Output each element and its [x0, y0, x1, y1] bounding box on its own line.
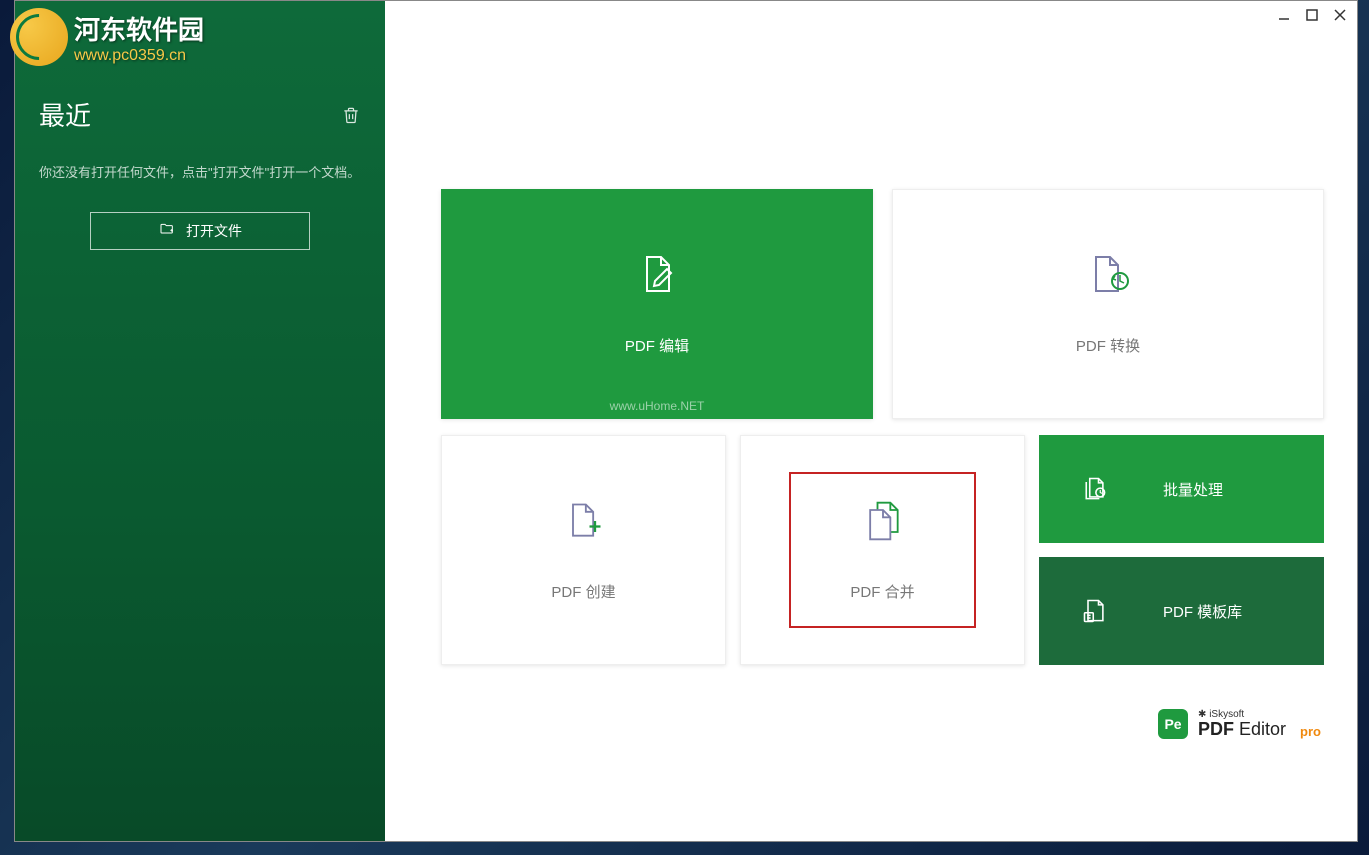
minimize-icon[interactable] [1277, 8, 1291, 22]
tile-convert-label: PDF 转换 [1076, 335, 1140, 356]
open-file-label: 打开文件 [186, 221, 242, 241]
trash-icon[interactable] [341, 104, 361, 126]
tile-batch-label: 批量处理 [1163, 479, 1223, 500]
app-window: 最近 你还没有打开任何文件，点击"打开文件"打开一个文档。 打开文件 [14, 0, 1358, 842]
main-area: PDF 编辑 www.uHome.NET PDF 转换 [385, 1, 1357, 841]
tile-template-label: PDF 模板库 [1163, 601, 1242, 622]
center-watermark: www.uHome.NET [610, 399, 705, 413]
pe-badge-icon: Pe [1158, 709, 1188, 739]
tile-pdf-template[interactable]: PDF 模板库 [1039, 557, 1324, 665]
tile-edit-label: PDF 编辑 [625, 335, 689, 356]
merge-document-icon [857, 499, 909, 543]
tile-batch-process[interactable]: 批量处理 [1039, 435, 1324, 543]
tile-merge-label: PDF 合并 [850, 581, 914, 602]
create-document-icon [562, 499, 606, 543]
convert-document-icon [1084, 253, 1132, 297]
sidebar: 最近 你还没有打开任何文件，点击"打开文件"打开一个文档。 打开文件 [15, 1, 385, 841]
tile-pdf-convert[interactable]: PDF 转换 [892, 189, 1324, 419]
sidebar-description: 你还没有打开任何文件，点击"打开文件"打开一个文档。 [39, 161, 361, 186]
tile-merge-highlight: PDF 合并 [789, 472, 976, 628]
titlebar [385, 1, 1357, 29]
maximize-icon[interactable] [1305, 8, 1319, 22]
template-icon [1081, 596, 1109, 626]
batch-icon [1081, 474, 1109, 504]
edit-document-icon [633, 253, 681, 297]
folder-plus-icon [158, 221, 176, 240]
footer-brand: Pe ✱ iSkysoft PDF Editor pro [1158, 709, 1321, 739]
tile-create-label: PDF 创建 [551, 581, 615, 602]
brand-pro-text: pro [1300, 724, 1321, 739]
tile-pdf-merge[interactable]: PDF 合并 [740, 435, 1025, 665]
close-icon[interactable] [1333, 8, 1347, 22]
open-file-button[interactable]: 打开文件 [90, 212, 310, 250]
tile-pdf-edit[interactable]: PDF 编辑 www.uHome.NET [441, 189, 873, 419]
brand-main-text: PDF Editor [1198, 720, 1286, 738]
tile-pdf-create[interactable]: PDF 创建 [441, 435, 726, 665]
sidebar-title: 最近 [39, 96, 91, 133]
right-column: 批量处理 PDF 模板库 [1039, 435, 1324, 665]
